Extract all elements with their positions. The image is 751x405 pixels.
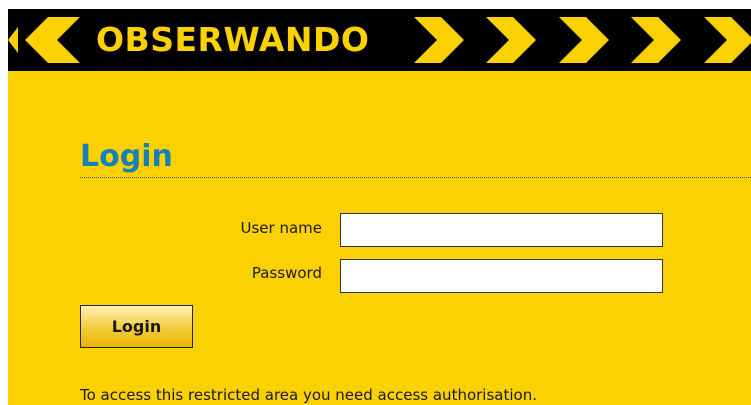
title-divider	[80, 177, 751, 178]
chevron-right-icon	[486, 17, 536, 63]
chevron-left-icon	[8, 27, 18, 53]
left-frame	[0, 0, 8, 405]
chevron-right-icon	[414, 17, 464, 63]
top-frame	[0, 0, 751, 9]
password-label: Password	[251, 264, 322, 282]
chevron-left-icon	[25, 17, 80, 63]
site-header: OBSERWANDO	[8, 9, 751, 71]
site-logo[interactable]: OBSERWANDO	[96, 19, 369, 61]
login-button[interactable]: Login	[80, 305, 193, 348]
password-input[interactable]	[340, 259, 663, 293]
username-input[interactable]	[340, 213, 663, 247]
access-notice: To access this restricted area you need …	[80, 386, 537, 404]
chevron-right-icon	[631, 17, 681, 63]
chevron-right-icon	[559, 17, 609, 63]
username-label: User name	[240, 219, 323, 237]
chevron-right-icon	[704, 17, 751, 63]
page-title: Login	[80, 139, 173, 174]
